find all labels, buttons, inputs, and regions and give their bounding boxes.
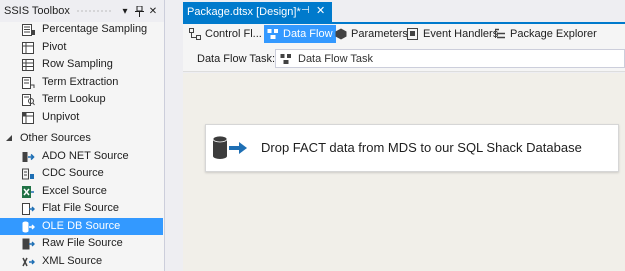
toolbox-item-label: Pivot <box>42 40 67 53</box>
toolbox-item-label: Raw File Source <box>42 237 123 249</box>
document-tab-title: Package.dtsx [Design]* <box>187 6 301 18</box>
data-flow-component-box[interactable]: Drop FACT data from MDS to our SQL Shack… <box>205 124 619 172</box>
toolbox-item-ole-db-source[interactable]: OLE DB Source <box>0 217 163 235</box>
toolbox-item-label: XML Source <box>42 254 103 267</box>
term-extraction-icon <box>22 76 35 89</box>
toolbox-item-label: Flat File Source <box>42 202 120 214</box>
pin-icon <box>134 5 144 17</box>
designer-tab-strip: Control Fl... Data Flow Parameters Event… <box>183 24 625 45</box>
control-flow-icon <box>189 28 201 40</box>
toolbox-title: SSIS Toolbox <box>4 5 70 17</box>
toolbox-header: SSIS Toolbox ▾ ✕ <box>0 0 164 22</box>
cdc-source-icon <box>22 168 34 180</box>
tab-label: Control Fl... <box>205 28 262 40</box>
tab-label: Package Explorer <box>510 28 597 40</box>
event-handlers-icon <box>407 28 418 40</box>
expanded-arrow-icon[interactable] <box>6 135 13 142</box>
toolbox-pin-button[interactable] <box>132 4 146 18</box>
toolbox-item-label: Excel Source <box>42 184 107 197</box>
xml-source-icon <box>22 257 35 266</box>
toolbox-drag-grip[interactable] <box>75 8 112 14</box>
toolbox-item-label: OLE DB Source <box>42 219 121 232</box>
toolbox-item-row-sampling[interactable]: Row Sampling <box>0 56 163 74</box>
toolbox-item-term-extraction[interactable]: Term Extraction <box>0 74 163 92</box>
tab-pin-icon[interactable]: ⊣ <box>301 5 310 16</box>
tab-parameters[interactable]: Parameters <box>335 25 408 43</box>
tab-package-explorer[interactable]: Package Explorer <box>494 25 597 43</box>
design-canvas[interactable]: Drop FACT data from MDS to our SQL Shack… <box>183 73 625 271</box>
pivot-icon <box>22 41 34 54</box>
toolbox-item-xml-source[interactable]: XML Source <box>0 253 163 271</box>
tab-data-flow[interactable]: Data Flow <box>264 25 336 43</box>
toolbox-item-label: ADO NET Source <box>42 149 129 162</box>
ssis-toolbox-panel: SSIS Toolbox ▾ ✕ Percentage Sampling Piv… <box>0 0 165 271</box>
unpivot-icon <box>22 111 34 124</box>
package-designer: Package.dtsx [Design]* ⊣ ✕ Control Fl...… <box>183 0 625 271</box>
toolbox-item-term-lookup[interactable]: Term Lookup <box>0 91 163 109</box>
data-flow-icon <box>267 29 278 39</box>
package-explorer-icon <box>495 28 505 39</box>
ole-db-source-icon <box>22 221 35 232</box>
toolbox-item-cdc-source[interactable]: CDC Source <box>0 165 163 183</box>
toolbox-close-button[interactable]: ✕ <box>146 4 160 18</box>
toolbox-item-label: Percentage Sampling <box>42 23 148 35</box>
toolbox-item-percentage-sampling[interactable]: Percentage Sampling <box>0 21 163 39</box>
component-name: Drop FACT data from MDS to our SQL Shack… <box>261 140 582 155</box>
toolbox-group-other-sources[interactable]: Other Sources <box>0 130 163 147</box>
toolbox-item-pivot[interactable]: Pivot <box>0 39 163 57</box>
data-flow-task-select[interactable]: Data Flow Task <box>275 49 625 68</box>
percentage-sampling-icon <box>22 24 35 36</box>
raw-file-source-icon <box>22 238 35 250</box>
ado-net-source-icon <box>22 151 35 162</box>
data-flow-task-value: Data Flow Task <box>298 52 373 65</box>
tab-label: Data Flow <box>283 28 333 40</box>
toolbox-item-raw-file-source[interactable]: Raw File Source <box>0 235 163 253</box>
data-flow-task-icon <box>280 53 291 64</box>
toolbox-item-excel-source[interactable]: Excel Source <box>0 183 163 201</box>
toolbox-item-flat-file-source[interactable]: Flat File Source <box>0 200 163 218</box>
excel-source-icon <box>22 185 34 198</box>
term-lookup-icon <box>22 94 35 106</box>
data-flow-task-bar: Data Flow Task: Data Flow Task <box>183 45 625 72</box>
tab-close-button[interactable]: ✕ <box>316 4 325 17</box>
parameters-icon <box>335 28 347 40</box>
toolbox-item-label: Unpivot <box>42 110 80 123</box>
toolbox-item-label: Term Extraction <box>42 75 119 88</box>
ole-db-database-icon <box>212 135 247 159</box>
toolbox-item-label: Row Sampling <box>42 58 113 70</box>
toolbox-item-unpivot[interactable]: Unpivot <box>0 109 163 127</box>
toolbox-item-label: CDC Source <box>42 167 104 179</box>
tab-label: Parameters <box>351 28 408 40</box>
toolbox-item-ado-net-source[interactable]: ADO NET Source <box>0 148 163 166</box>
toolbox-group-label: Other Sources <box>20 132 91 144</box>
flat-file-source-icon <box>22 203 35 215</box>
toolbox-item-label: Term Lookup <box>42 93 106 105</box>
row-sampling-icon <box>22 59 34 71</box>
tab-control-flow[interactable]: Control Fl... <box>189 25 262 43</box>
tab-label: Event Handlers <box>423 28 499 40</box>
tab-event-handlers[interactable]: Event Handlers <box>407 25 498 43</box>
document-tab[interactable]: Package.dtsx [Design]* ⊣ ✕ <box>183 2 332 22</box>
data-flow-task-label: Data Flow Task: <box>197 53 276 65</box>
toolbox-dropdown-button[interactable]: ▾ <box>118 4 132 18</box>
